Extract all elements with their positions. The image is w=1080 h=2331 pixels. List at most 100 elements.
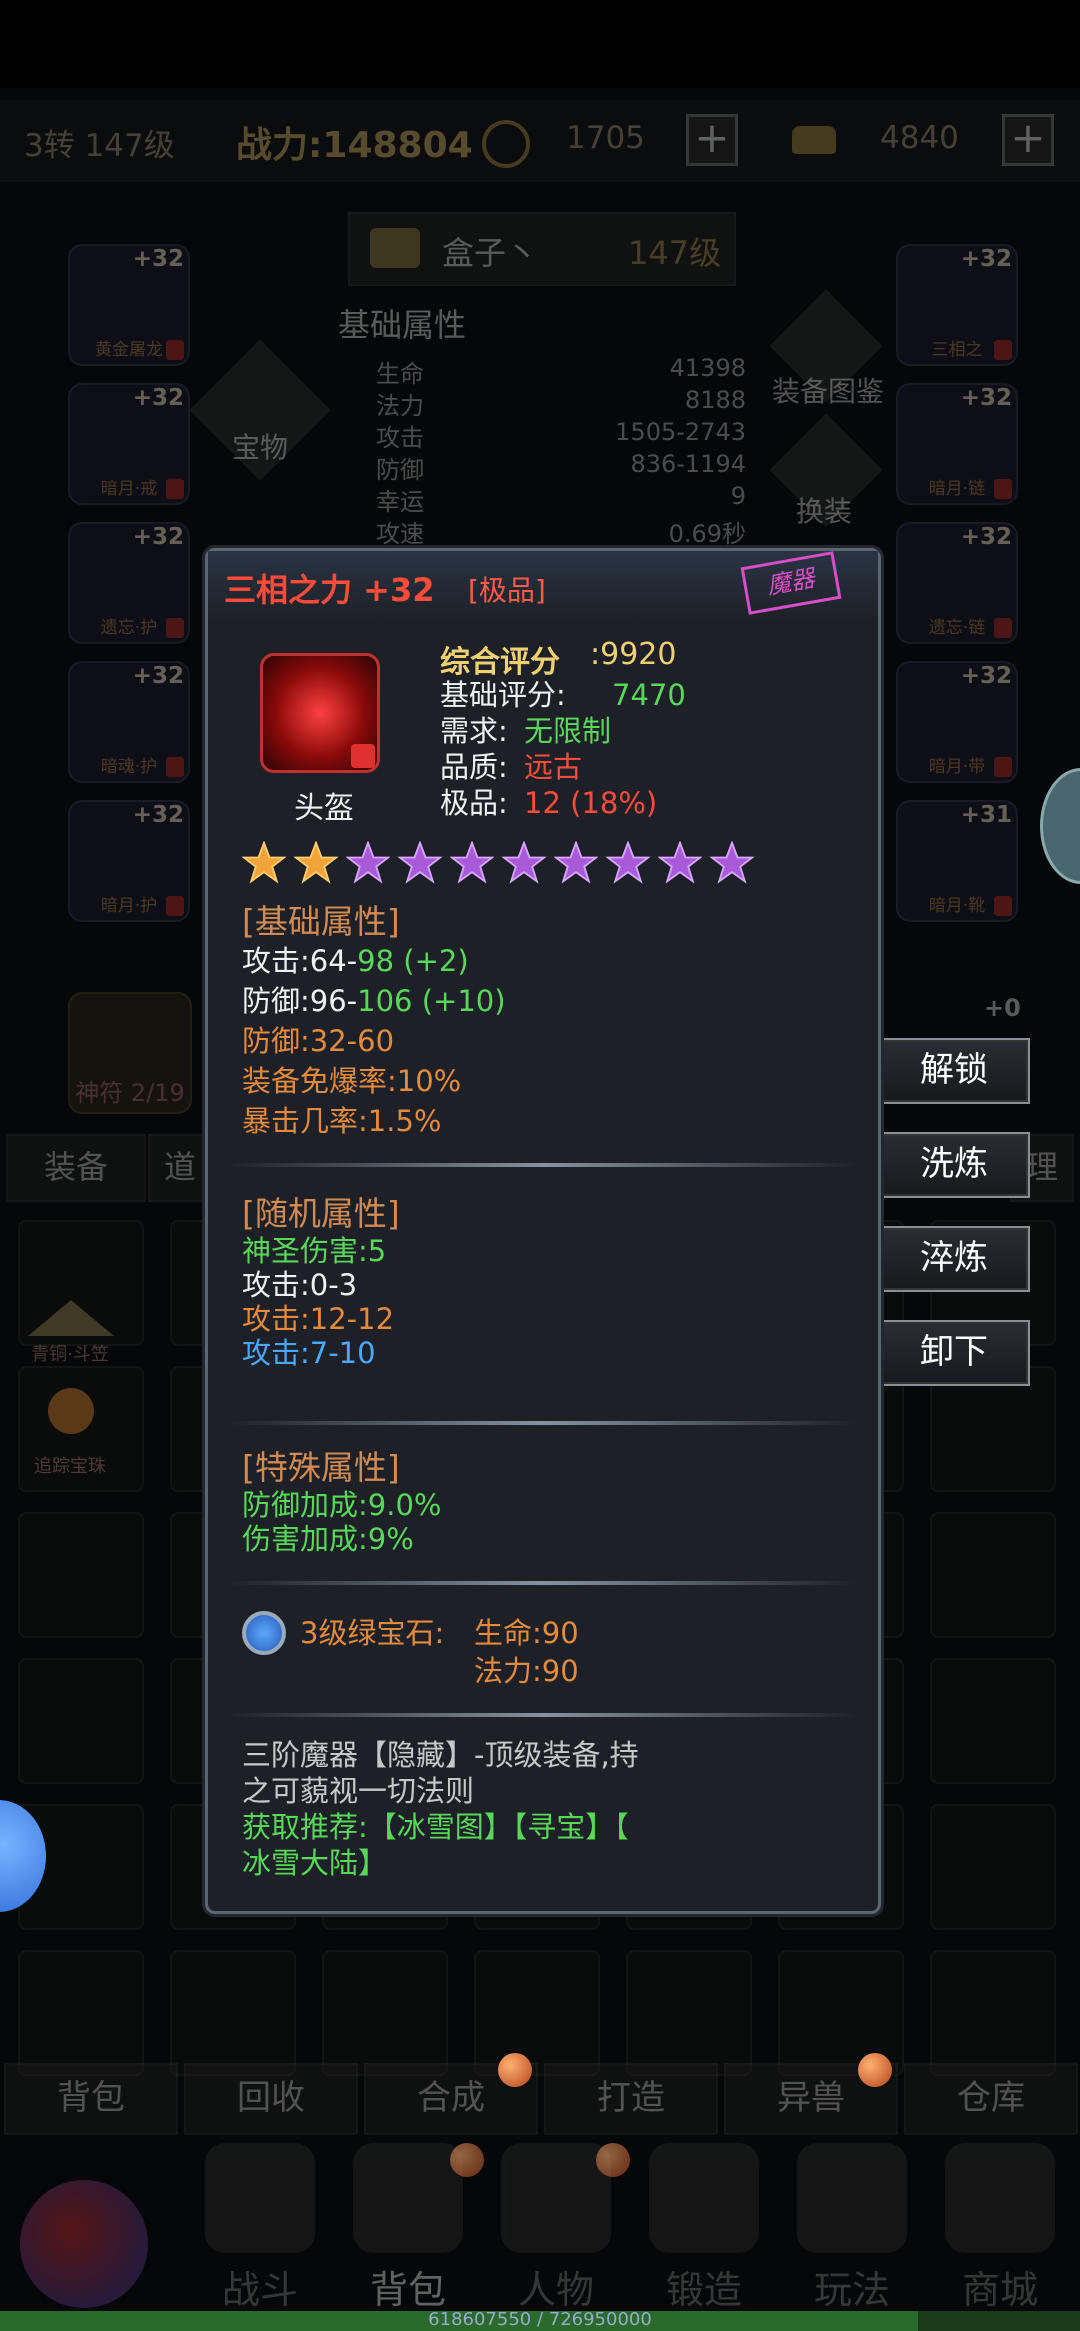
bottom-tab-1[interactable]: 回收 [184,2063,358,2135]
lock-icon [351,744,375,768]
equip-slot-right[interactable]: +32 暗月·链 [896,383,1018,505]
lock-icon [166,340,184,360]
base-extra-crit-chance: 暴击几率:1.5% [242,1104,442,1138]
slot-level: +32 [960,524,1012,550]
swap-label: 换装 [796,495,853,528]
inventory-cell[interactable] [626,1950,752,2076]
talisman-right-level: +0 [984,994,1021,1022]
lock-icon [166,618,184,638]
stat-value: 8188 [684,386,746,414]
inventory-cell[interactable] [322,1950,448,2076]
inventory-cell[interactable] [930,1804,1056,1930]
slot-level: +32 [132,524,184,550]
tab-equipment[interactable]: 装备 [6,1134,146,1202]
purple-star-icon [502,841,546,884]
stat-label: 防御 [376,456,424,484]
unlock-button[interactable]: 解锁 [878,1038,1030,1104]
divider [228,1163,858,1167]
inventory-cell[interactable] [474,1950,600,2076]
equip-slot-left[interactable]: +32 遗忘·护 [68,522,190,644]
inventory-cell[interactable] [930,1658,1056,1784]
inventory-cell[interactable] [18,1512,144,1638]
quality-label: 品质: [440,750,508,784]
bottom-tab-0[interactable]: 背包 [4,2063,178,2135]
bottom-tab-5[interactable]: 仓库 [904,2063,1078,2135]
nav-label: 战斗 [221,2268,298,2312]
inventory-cell[interactable] [18,1950,144,2076]
excellent-value: 12 (18%) [524,786,658,820]
lock-icon [994,618,1012,638]
base-attr-attack: 攻击:64-98 (+2) [242,944,469,978]
temper-button[interactable]: 淬炼 [878,1226,1030,1292]
notification-dot [858,2053,892,2087]
stat-label: 攻击 [376,424,424,452]
item-name-2: 追踪宝珠 [34,1456,106,1477]
lock-icon [166,896,184,916]
equip-slot-right[interactable]: +32 三相之 [896,244,1018,366]
lock-icon [166,757,184,777]
stat-value: 1505-2743 [615,418,746,446]
item-source-line1: 获取推荐:【冰雪图】【寻宝】【 [242,1810,629,1844]
equip-slot-right[interactable]: +32 暗月·带 [896,661,1018,783]
item-slot-name: 头盔 [294,791,354,826]
add-coin-button[interactable]: + [686,114,738,166]
item-grade: [极品] [468,574,546,607]
equip-slot-left[interactable]: +32 黄金屠龙 [68,244,190,366]
unequip-button[interactable]: 卸下 [878,1320,1030,1386]
slot-level: +32 [960,663,1012,689]
inventory-cell[interactable] [930,1950,1056,2076]
divider [228,1421,858,1425]
equip-slot-left[interactable]: +32 暗魂·护 [68,661,190,783]
stat-label: 法力 [376,392,424,420]
nav-item-4[interactable]: 玩法 [782,2135,922,2315]
equip-slot-right[interactable]: +32 遗忘·链 [896,522,1018,644]
nav-label: 锻造 [665,2268,742,2312]
inventory-cell[interactable] [170,1950,296,2076]
lock-icon [994,896,1012,916]
equip-slot-right[interactable]: +31 暗月·靴 [896,800,1018,922]
item-description-line1: 三阶魔器【隐藏】-顶级装备,持 [242,1738,639,1772]
requirement-value: 无限制 [524,714,612,748]
notification-dot [498,2053,532,2087]
equip-slot-left[interactable]: +32 暗月·戒 [68,383,190,505]
yin-yang-icon[interactable] [20,2180,148,2308]
nav-item-0[interactable]: 战斗 [190,2135,330,2315]
add-ingot-button[interactable]: + [1002,114,1054,166]
treasure-label: 宝物 [232,431,289,464]
bottom-tab-3[interactable]: 打造 [544,2063,718,2135]
ingot-count: 4840 [880,120,959,156]
ingot-icon [792,126,836,154]
stats-bar: 3转 147级 战力:148804 1705 + 4840 + [0,100,1080,182]
talisman-slot[interactable]: 神符 2/19 [68,992,192,1114]
item-description-line2: 之可藐视一切法则 [242,1774,475,1808]
nav-item-3[interactable]: 锻造 [634,2135,774,2315]
refine-button[interactable]: 洗炼 [878,1132,1030,1198]
slot-level: +32 [960,385,1012,411]
nav-icon [501,2143,611,2253]
inventory-cell[interactable] [18,1658,144,1784]
coin-count: 1705 [566,120,645,156]
base-attr-title: 基础属性 [338,306,467,344]
notification-dot [596,2143,630,2177]
nav-icon [797,2143,907,2253]
tab-items[interactable]: 道 [148,1134,212,1202]
equip-slot-left[interactable]: +32 暗月·护 [68,800,190,922]
helmet-item-icon [260,653,380,773]
gem-label: 3级绿宝石: [300,1616,445,1650]
purple-star-icon [658,841,702,884]
stat-value: 41398 [669,354,746,382]
random-attr-3: 攻击:7-10 [242,1336,376,1370]
score-value: :9920 [590,637,677,672]
item-source-line2: 冰雪大陆】 [242,1846,388,1880]
coin-icon [482,120,530,168]
base-attr-defense: 防御:96-106 (+10) [242,984,506,1018]
gem-mp-bonus: 法力:90 [474,1654,579,1688]
nav-item-5[interactable]: 商城 [930,2135,1070,2315]
notification-dot [450,2143,484,2177]
inventory-cell[interactable] [930,1512,1056,1638]
status-area [0,0,1080,88]
random-attr-section-title: [随机属性] [242,1194,400,1233]
slot-level: +31 [960,802,1012,828]
lock-icon [166,479,184,499]
special-damage-bonus: 伤害加成:9% [242,1522,414,1556]
